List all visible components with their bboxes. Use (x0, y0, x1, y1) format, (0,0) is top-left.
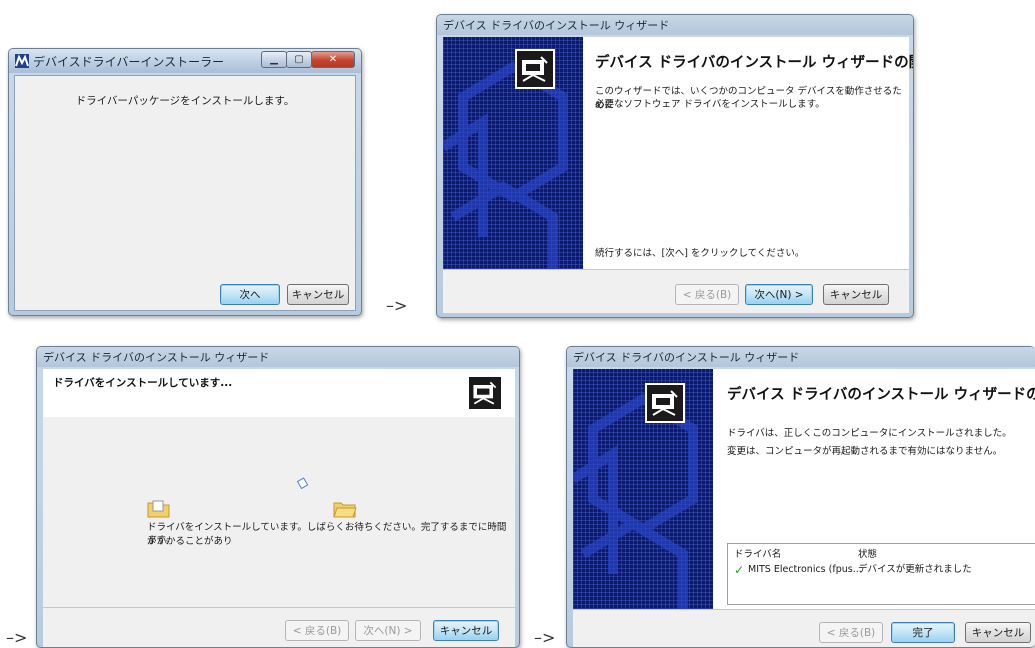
progress-status-2: ます。 (147, 535, 175, 546)
installer-client: ドライバーパッケージをインストールします。 次へ キャンセル (14, 75, 356, 311)
wizard-progress-body: ドライバをインストールしています。しばらくお待ちください。完了するまでに時間がか… (43, 417, 515, 607)
wizard-finish-content: デバイス ドライバのインストール ウィザードの完了 ドライバは、正しくこのコンピ… (713, 369, 1035, 609)
wizard-hardware-icon (467, 375, 503, 411)
wizard-finish-sidebar (573, 369, 713, 609)
wizard-progress-window: デバイス ドライバのインストール ウィザード ドライバをインストールしています.… (36, 346, 520, 648)
back-button[interactable]: < 戻る(B) (285, 620, 349, 641)
source-folder-icon (147, 499, 171, 522)
wizard-finish-heading: デバイス ドライバのインストール ウィザードの完了 (727, 387, 1035, 403)
wizard-finish-line-2: 変更は、コンピュータが再起動されるまで有効にはなりません。 (727, 446, 1003, 457)
wizard-progress-heading: ドライバをインストールしています... (53, 377, 233, 389)
table-cell-status: デバイスが更新されました (858, 564, 972, 575)
wizard-welcome-titlebar[interactable]: デバイス ドライバのインストール ウィザード (437, 15, 913, 35)
close-icon: ✕ (328, 54, 338, 65)
finish-button[interactable]: 完了 (891, 622, 955, 643)
wizard-welcome-description-2: 必要なソフトウェア ドライバをインストールします。 (595, 99, 825, 110)
flying-document-icon (296, 477, 309, 492)
driver-result-table: ドライバ名 状態 ✓ MITS Electronics (fpus... デバイ… (727, 543, 1035, 605)
wizard-progress-title: デバイス ドライバのインストール ウィザード (43, 351, 270, 364)
wizard-welcome-heading: デバイス ドライバのインストール ウィザードの開始 (595, 55, 914, 71)
cancel-button[interactable]: キャンセル (823, 284, 889, 305)
wizard-progress-footer: < 戻る(B) 次へ(N) > キャンセル (43, 607, 515, 647)
close-button[interactable]: ✕ (311, 51, 355, 68)
table-row[interactable]: ✓ MITS Electronics (fpus... デバイスが更新されました (732, 562, 1032, 578)
table-cell-name: MITS Electronics (fpus... (748, 564, 862, 575)
progress-status-1: ドライバをインストールしています。しばらくお待ちください。完了するまでに時間がか… (147, 522, 507, 547)
installer-titlebar[interactable]: デバイスドライバーインストーラー ▁ ▢ ✕ (9, 49, 361, 73)
wizard-welcome-content: デバイス ドライバのインストール ウィザードの開始 このウィザードでは、いくつか… (583, 37, 913, 269)
installer-window: デバイスドライバーインストーラー ▁ ▢ ✕ ドライバーパッケージをインストール… (8, 48, 362, 316)
wizard-progress-titlebar[interactable]: デバイス ドライバのインストール ウィザード (37, 347, 519, 367)
next-button[interactable]: 次へ(N) > (355, 620, 421, 641)
wizard-hardware-icon (645, 383, 685, 423)
success-checkmark-icon: ✓ (734, 563, 745, 577)
wizard-finish-titlebar[interactable]: デバイス ドライバのインストール ウィザード (567, 347, 1035, 367)
table-header-status: 状態 (858, 549, 878, 560)
installer-message: ドライバーパッケージをインストールします。 (75, 95, 295, 107)
maximize-icon: ▢ (294, 54, 304, 65)
cancel-button[interactable]: キャンセル (965, 622, 1031, 643)
wizard-progress-header: ドライバをインストールしています... (43, 369, 515, 418)
back-button[interactable]: < 戻る(B) (819, 622, 883, 643)
table-header-name: ドライバ名 (734, 549, 782, 560)
back-button[interactable]: < 戻る(B) (675, 284, 739, 305)
wizard-finish-title: デバイス ドライバのインストール ウィザード (573, 351, 800, 364)
wizard-welcome-window: デバイス ドライバのインストール ウィザード デバイス ドライバのインストール … (436, 14, 914, 318)
installer-title: デバイスドライバーインストーラー (33, 54, 225, 69)
wizard-finish-footer: < 戻る(B) 完了 キャンセル (573, 609, 1035, 647)
cancel-button[interactable]: キャンセル (433, 620, 499, 641)
wizard-finish-window: デバイス ドライバのインストール ウィザード デバイス ドライバのインストール … (566, 346, 1035, 648)
next-button[interactable]: 次へ (220, 284, 280, 305)
wizard-finish-line-1: ドライバは、正しくこのコンピュータにインストールされました。 (727, 428, 1012, 439)
wizard-welcome-sidebar (443, 37, 583, 269)
cancel-button[interactable]: キャンセル (287, 284, 349, 305)
minimize-button[interactable]: ▁ (261, 51, 287, 68)
wizard-welcome-title: デバイス ドライバのインストール ウィザード (443, 19, 670, 32)
flow-arrow-2: –> (6, 628, 28, 647)
wizard-hardware-icon (515, 49, 555, 89)
caption-buttons: ▁ ▢ ✕ (261, 51, 355, 68)
wizard-welcome-continue-text: 続行するには、[次へ] をクリックしてください。 (595, 248, 805, 259)
flow-arrow-3: –> (534, 628, 556, 647)
installer-logo-icon (15, 54, 29, 68)
flow-arrow-1: –> (386, 296, 408, 315)
wizard-welcome-footer: < 戻る(B) 次へ(N) > キャンセル (443, 269, 909, 313)
destination-folder-icon (333, 499, 357, 522)
maximize-button[interactable]: ▢ (286, 51, 312, 68)
next-button[interactable]: 次へ(N) > (745, 284, 813, 305)
minimize-icon: ▁ (270, 54, 278, 65)
